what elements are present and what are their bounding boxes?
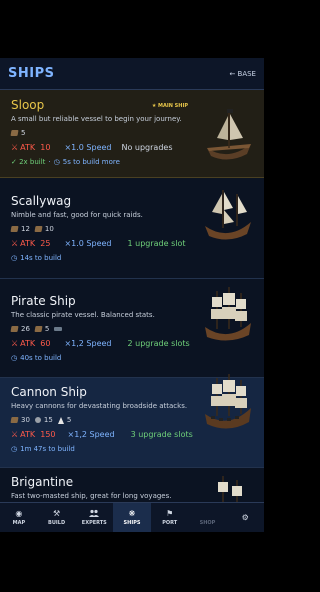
cost-value: 5	[21, 129, 26, 137]
upgrade-slots: 2 upgrade slots	[127, 339, 190, 348]
brigantine-ship-icon	[218, 476, 242, 502]
wood-icon	[34, 226, 43, 232]
status-bar	[0, 0, 264, 58]
crossed-swords-icon: ⚔	[11, 143, 19, 152]
hammer-icon: ⚒	[52, 509, 61, 518]
back-to-base-button[interactable]: ← BASE	[229, 70, 256, 78]
ship-card-brigantine[interactable]: Brigantine Fast two-masted ship, great f…	[0, 468, 264, 502]
plank-icon	[54, 327, 63, 331]
wood-icon	[10, 130, 19, 136]
sail-icon	[57, 416, 64, 424]
ship-card-cannon-ship[interactable]: Cannon Ship Heavy cannons for devastatin…	[0, 374, 264, 468]
experts-icon	[89, 509, 100, 519]
speed-stat: ×1,2 Speed	[67, 430, 115, 439]
bottom-navigation: ◉ MAP ⚒ BUILD EXPERTS ❋ SHIPS ⚑ PORT SHO…	[0, 502, 264, 532]
build-time: 40s to build	[20, 354, 62, 362]
ship-description: Nimble and fast, good for quick raids.	[11, 211, 143, 219]
built-count: ✓ 2x built	[11, 158, 46, 166]
clock-icon: ◷	[11, 445, 18, 453]
crossed-swords-icon: ⚔	[11, 239, 19, 248]
system-nav-area	[0, 532, 264, 592]
upgrade-slots: No upgrades	[121, 143, 173, 152]
attack-stat: ⚔ ATK 60	[11, 339, 51, 348]
ship-wheel-icon: ❋	[128, 509, 136, 518]
upgrade-slots: 3 upgrade slots	[130, 430, 193, 439]
gear-icon: ⚙	[241, 512, 249, 522]
wood-icon	[10, 326, 19, 332]
ship-list[interactable]: Sloop ★ MAIN SHIP A small but reliable v…	[0, 90, 264, 502]
build-time: 1m 47s to build	[20, 445, 75, 453]
flag-icon: ⚑	[166, 509, 174, 518]
cannon-ship-icon	[205, 374, 251, 429]
ship-description: A small but reliable vessel to begin you…	[11, 115, 182, 123]
wood-icon	[10, 417, 19, 423]
build-status: ◷ 14s to build	[11, 253, 253, 263]
build-time: 14s to build	[20, 254, 62, 262]
map-icon: ◉	[15, 509, 23, 518]
ship-card-scallywag[interactable]: Scallywag Nimble and fast, good for quic…	[0, 178, 264, 279]
attack-stat: ⚔ ATK 150	[11, 430, 56, 439]
page-title: SHIPS	[8, 66, 55, 81]
tab-experts[interactable]: EXPERTS	[75, 503, 113, 532]
tab-port[interactable]: ⚑ PORT	[151, 503, 189, 532]
crossed-swords-icon: ⚔	[11, 339, 19, 348]
clock-icon: ◷	[11, 354, 18, 362]
upgrade-slots: 1 upgrade slot	[127, 239, 186, 248]
tab-shop[interactable]: SHOP	[189, 503, 227, 532]
pirate-ship-icon	[205, 287, 251, 341]
wood-icon	[34, 326, 43, 332]
clock-icon: ◷	[53, 158, 60, 166]
scallywag-ship-icon	[205, 190, 251, 240]
speed-stat: ×1,2 Speed	[64, 339, 112, 348]
attack-stat: ⚔ ATK 10	[11, 143, 51, 152]
settings-button[interactable]: ⚙	[226, 503, 264, 532]
tab-build[interactable]: ⚒ BUILD	[38, 503, 76, 532]
ship-description: The classic pirate vessel. Balanced stat…	[11, 311, 155, 319]
build-status: ◷ 40s to build	[11, 353, 253, 363]
build-status: ◷ 1m 47s to build	[11, 444, 253, 454]
tab-ships[interactable]: ❋ SHIPS	[113, 503, 151, 532]
ship-card-sloop[interactable]: Sloop ★ MAIN SHIP A small but reliable v…	[0, 90, 264, 178]
tab-map[interactable]: ◉ MAP	[0, 503, 38, 532]
speed-stat: ×1.0 Speed	[64, 143, 112, 152]
wood-icon	[10, 226, 19, 232]
speed-stat: ×1.0 Speed	[64, 239, 112, 248]
attack-stat: ⚔ ATK 25	[11, 239, 51, 248]
build-time: 5s to build more	[62, 158, 120, 166]
cannonball-icon	[34, 417, 41, 423]
clock-icon: ◷	[11, 254, 18, 262]
header-bar: SHIPS ← BASE	[0, 58, 264, 90]
main-ship-badge: ★ MAIN SHIP	[151, 103, 188, 109]
ship-card-pirate-ship[interactable]: Pirate Ship The classic pirate vessel. B…	[0, 279, 264, 378]
crossed-swords-icon: ⚔	[11, 430, 19, 439]
ship-description: Heavy cannons for devastating broadside …	[11, 402, 188, 410]
ship-description: Fast two-masted ship, great for long voy…	[11, 492, 172, 500]
sloop-ship-icon	[207, 109, 251, 160]
